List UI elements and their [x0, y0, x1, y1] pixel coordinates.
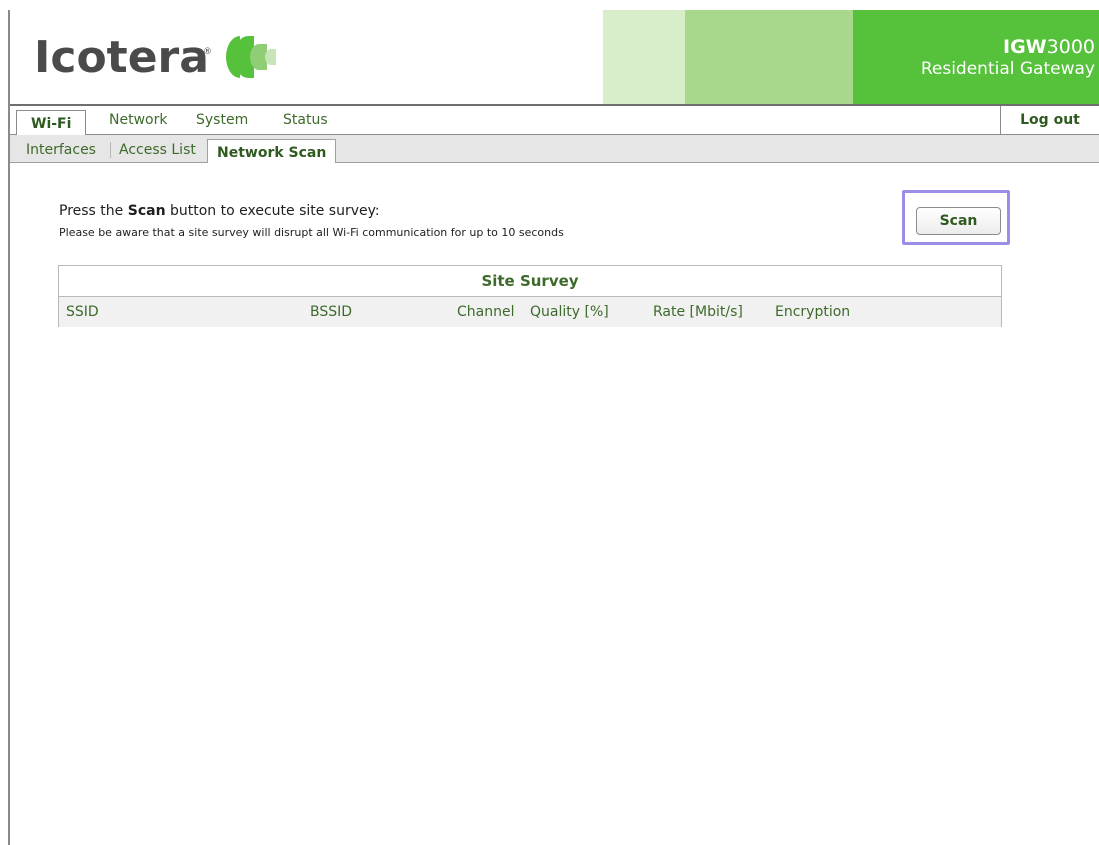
site-survey-title: Site Survey: [59, 266, 1001, 297]
scan-button[interactable]: Scan: [916, 207, 1001, 235]
column-channel: Channel: [457, 304, 515, 320]
column-rate: Rate [Mbit/s]: [653, 304, 743, 320]
tab-system[interactable]: System: [196, 112, 248, 128]
tab-network[interactable]: Network: [109, 112, 167, 128]
subtab-access-list[interactable]: Access List: [110, 142, 196, 158]
logo-registered-mark: ®: [203, 47, 212, 57]
product-info: IGW3000 Residential Gateway: [921, 36, 1095, 80]
main-tab-bar: Wi-Fi Network System Status Log out: [10, 106, 1099, 135]
column-quality: Quality [%]: [530, 304, 609, 320]
column-encryption: Encryption: [775, 304, 851, 320]
header-band-pale: [603, 10, 685, 104]
product-model: IGW3000: [1003, 36, 1095, 58]
product-description: Residential Gateway: [920, 59, 1095, 79]
scan-warning: Please be aware that a site survey will …: [59, 226, 564, 239]
header-band-light: [685, 10, 853, 104]
tab-status[interactable]: Status: [283, 112, 328, 128]
sub-tab-bar: Interfaces Access List Network Scan: [10, 135, 1099, 163]
logo-icon: [226, 36, 276, 78]
tab-wifi[interactable]: Wi-Fi: [16, 110, 87, 135]
logout-link[interactable]: Log out: [1000, 106, 1099, 134]
column-ssid: SSID: [66, 304, 99, 320]
subtab-network-scan[interactable]: Network Scan: [207, 139, 337, 163]
subtab-interfaces[interactable]: Interfaces: [26, 142, 96, 158]
column-bssid: BSSID: [310, 304, 353, 320]
logo-text: Icotera: [34, 32, 209, 83]
site-survey-table: Site Survey SSID BSSID Channel Quality […: [58, 265, 1002, 327]
scan-instruction: Press the Scan button to execute site su…: [59, 203, 380, 219]
site-survey-header-row: SSID BSSID Channel Quality [%] Rate [Mbi…: [59, 297, 1001, 327]
header: Icotera ® IGW3000 Residential Gateway: [10, 10, 1099, 104]
